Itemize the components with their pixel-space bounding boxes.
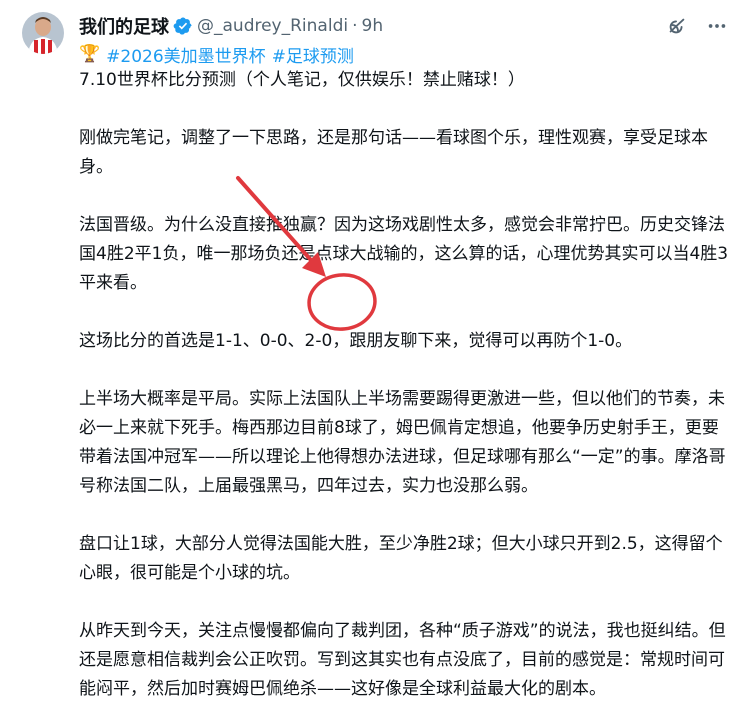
avatar[interactable]	[22, 12, 64, 54]
post-timestamp[interactable]: 9h	[362, 16, 384, 36]
post-paragraph-score: 这场比分的首选是1-1、0-0、2-0，跟朋友聊下来，觉得可以再防个1-0。	[79, 327, 729, 356]
more-options-icon[interactable]	[705, 14, 729, 38]
post-header: 我们的足球 @_audrey_Rinaldi · 9h	[79, 14, 383, 38]
post-paragraph: 刚做完笔记，调整了一下思路，还是那句话——看球图个乐，理性观赛，享受足球本身。	[79, 128, 708, 177]
score-text-b: ，跟朋友聊下来，觉得可以再防个1-0。	[332, 331, 633, 351]
grok-icon[interactable]	[665, 14, 689, 38]
trophy-icon: 🏆	[79, 44, 101, 64]
author-handle[interactable]: @_audrey_Rinaldi	[197, 16, 348, 36]
post-paragraph: 从昨天到今天，关注点慢慢都偏向了裁判团，各种“质子游戏”的说法，我也挺纠结。但还…	[79, 621, 726, 699]
display-name[interactable]: 我们的足球	[79, 13, 169, 39]
highlighted-score: 2-0	[304, 331, 333, 351]
score-text-a: 这场比分的首选是1-1、0-0、	[79, 331, 305, 351]
post-paragraph: 法国晋级。为什么没直接推独赢？因为这场戏剧性太多，感觉会非常拧巴。历史交锋法国4…	[79, 215, 729, 293]
post-actions-top	[665, 14, 729, 38]
post-paragraph: 盘口让1球，大部分人觉得法国能大胜，至少净胜2球；但大小球只开到2.5，这得留个…	[79, 534, 723, 583]
post-paragraph: 上半场大概率是平局。实际上法国队上半场需要踢得更激进一些，但以他们的节奏，未必一…	[79, 389, 726, 496]
hashtag-prediction[interactable]: #足球预测	[272, 42, 354, 67]
hashtag-line: 🏆 #2026美加墨世界杯 #足球预测	[79, 42, 360, 67]
separator-dot: ·	[352, 16, 358, 36]
post-paragraph: 7.10世界杯比分预测（个人笔记，仅供娱乐！禁止赌球！）	[79, 70, 525, 90]
post-body: 7.10世界杯比分预测（个人笔记，仅供娱乐！禁止赌球！） 刚做完笔记，调整了一下…	[79, 66, 729, 704]
verified-badge-icon	[173, 17, 192, 35]
hashtag-worldcup[interactable]: #2026美加墨世界杯	[106, 42, 266, 67]
